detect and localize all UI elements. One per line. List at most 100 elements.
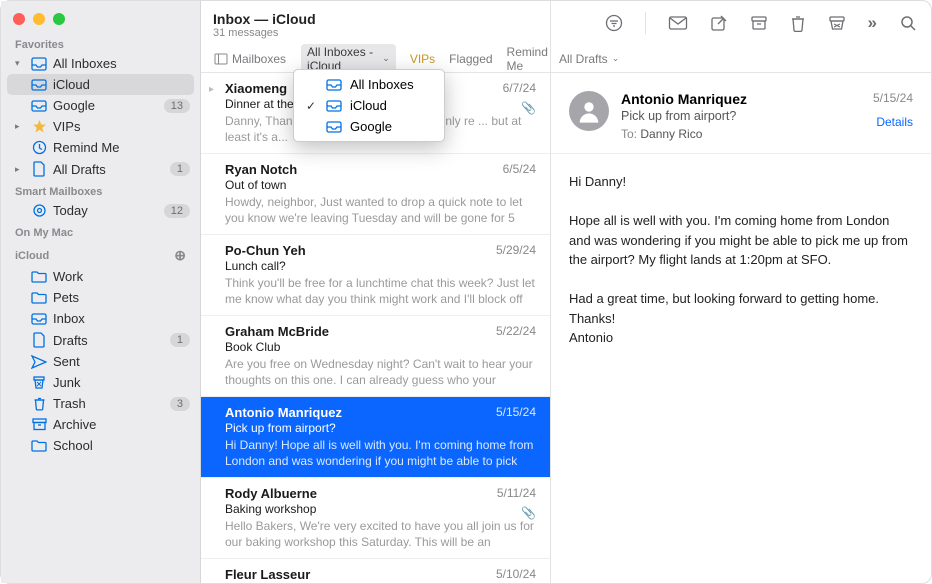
sidebar-item-label: VIPs <box>53 119 190 134</box>
avatar <box>569 91 609 131</box>
attachment-icon: 📎 <box>521 506 536 520</box>
reader-date: 5/15/24 <box>873 91 913 105</box>
sidebar-item-google[interactable]: Google13 <box>1 95 200 116</box>
sidebar-icloud: Work Pets Inbox Drafts 1 Sent JunkTrash3Archiv… <box>1 266 200 456</box>
inbox-option-icloud[interactable]: ✓iCloud <box>294 95 444 116</box>
sidebar-item-drafts[interactable]: Drafts 1 <box>1 329 200 351</box>
chevron-down-icon: ⌄ <box>382 53 390 64</box>
star-icon <box>31 119 47 134</box>
message-sender: Antonio Manriquez <box>225 405 342 420</box>
folder-icon <box>31 439 47 452</box>
close-button[interactable] <box>13 13 25 25</box>
sidebar-item-today[interactable]: Today 12 <box>1 200 200 221</box>
attachment-icon: 📎 <box>521 101 536 115</box>
message-sender: Po-Chun Yeh <box>225 243 306 258</box>
sidebar-item-icloud[interactable]: iCloud <box>7 74 194 95</box>
sidebar-item-label: Pets <box>53 290 190 305</box>
sidebar-item-label: School <box>53 438 190 453</box>
message-list: ▸Xiaomeng6/7/24Dinner at the📎Danny, Than… <box>201 73 550 583</box>
message-sender: Fleur Lasseur <box>225 567 310 582</box>
vips-button[interactable]: VIPs <box>410 52 435 66</box>
message-sender: Graham McBride <box>225 324 329 339</box>
message-subject: Book Club <box>225 340 536 354</box>
message-row[interactable]: Rody Albuerne5/11/24Baking workshop📎Hell… <box>201 478 550 559</box>
remind-me-button[interactable]: Remind Me <box>507 45 550 73</box>
message-sender: Xiaomeng <box>225 81 287 96</box>
thread-chevron-icon: ▸ <box>209 84 214 95</box>
icloud-heading: iCloud ⊕ <box>1 241 200 266</box>
sidebar-item-label: Today <box>53 203 158 218</box>
sidebar-item-label: Remind Me <box>53 140 190 155</box>
sidebar-item-work[interactable]: Work <box>1 266 200 287</box>
reply-icon[interactable] <box>668 15 688 31</box>
message-date: 5/11/24 <box>497 486 536 501</box>
reader-from: Antonio Manriquez <box>621 91 861 107</box>
sidebar-smart: Today 12 <box>1 200 200 221</box>
search-icon[interactable] <box>900 15 917 32</box>
add-mailbox-icon[interactable]: ⊕ <box>174 247 186 264</box>
unread-badge: 1 <box>170 162 190 176</box>
chevron-down-icon: ⌄ <box>612 53 620 64</box>
sidebar-item-label: Sent <box>53 354 190 369</box>
message-sender: Ryan Notch <box>225 162 297 177</box>
tray-icon <box>31 313 47 325</box>
window-controls <box>1 1 200 33</box>
message-subject: Pick up from airport? <box>225 421 536 435</box>
message-row[interactable]: Graham McBride5/22/24Book ClubAre you fr… <box>201 316 550 397</box>
sidebar-item-junk[interactable]: Junk <box>1 372 200 393</box>
onmymac-heading: On My Mac <box>1 221 200 241</box>
sidebar-item-vips[interactable]: ▸ VIPs <box>1 116 200 137</box>
message-date: 6/7/24 <box>503 81 536 96</box>
junk-icon <box>31 375 47 390</box>
message-row[interactable]: Antonio Manriquez5/15/24Pick up from air… <box>201 397 550 478</box>
details-button[interactable]: Details <box>873 115 913 129</box>
disclosure-triangle-icon[interactable]: ▾ <box>15 58 25 69</box>
message-row[interactable]: Ryan Notch6/5/24Out of townHowdy, neighb… <box>201 154 550 235</box>
tray-icon <box>31 100 47 112</box>
minimize-button[interactable] <box>33 13 45 25</box>
tray-icon <box>31 79 47 91</box>
folder-icon <box>31 291 47 304</box>
sidebar-item-archive[interactable]: Archive <box>1 414 200 435</box>
disclosure-triangle-icon[interactable]: ▸ <box>15 121 25 132</box>
junk-icon[interactable] <box>828 15 846 31</box>
sidebar-item-all-drafts[interactable]: ▸All Drafts1 <box>1 158 200 180</box>
sidebar-item-school[interactable]: School <box>1 435 200 456</box>
compose-icon[interactable] <box>710 14 728 32</box>
inbox-option-all-inboxes[interactable]: All Inboxes <box>294 74 444 95</box>
message-row[interactable]: Fleur Lasseur5/10/24Soccer jerseysAre yo… <box>201 559 550 583</box>
sidebar-item-label: Work <box>53 269 190 284</box>
sidebar-item-remind-me[interactable]: Remind Me <box>1 137 200 158</box>
filter-icon[interactable] <box>605 14 623 32</box>
checkmark-icon: ✓ <box>304 99 318 113</box>
sidebar: Favorites ▾All InboxesiCloudGoogle13 ▸ VIP… <box>1 1 201 583</box>
reader-header: Antonio Manriquez Pick up from airport? … <box>551 73 931 154</box>
unread-badge: 12 <box>164 204 190 218</box>
delete-icon[interactable] <box>790 14 806 32</box>
sidebar-item-trash[interactable]: Trash3 <box>1 393 200 414</box>
flagged-button[interactable]: Flagged <box>449 52 492 66</box>
more-icon[interactable]: » <box>868 13 878 33</box>
unread-badge: 3 <box>170 397 190 411</box>
sidebar-item-label: Drafts <box>53 333 164 348</box>
message-row[interactable]: Po-Chun Yeh5/29/24Lunch call?Think you'l… <box>201 235 550 316</box>
message-preview: Think you'll be free for a lunchtime cha… <box>225 275 536 307</box>
mailboxes-button[interactable]: Mailboxes <box>213 51 287 67</box>
message-date: 6/5/24 <box>503 162 536 177</box>
doc-icon <box>31 161 47 177</box>
sidebar-item-sent[interactable]: Sent <box>1 351 200 372</box>
sidebar-item-inbox[interactable]: Inbox <box>1 308 200 329</box>
zoom-button[interactable] <box>53 13 65 25</box>
sidebar-favorites: ▾All InboxesiCloudGoogle13 ▸ VIPs Remind Me… <box>1 53 200 180</box>
unread-badge: 1 <box>170 333 190 347</box>
toolbar-divider <box>645 12 646 34</box>
all-drafts-button[interactable]: All Drafts ⌄ <box>559 52 619 66</box>
favorites-heading: Favorites <box>1 33 200 53</box>
inbox-option-google[interactable]: Google <box>294 116 444 137</box>
disclosure-triangle-icon[interactable]: ▸ <box>15 164 25 175</box>
unread-badge: 13 <box>164 99 190 113</box>
archive-icon[interactable] <box>750 15 768 31</box>
sidebar-item-all-inboxes[interactable]: ▾All Inboxes <box>1 53 200 74</box>
sidebar-item-pets[interactable]: Pets <box>1 287 200 308</box>
archive-icon <box>31 418 47 431</box>
